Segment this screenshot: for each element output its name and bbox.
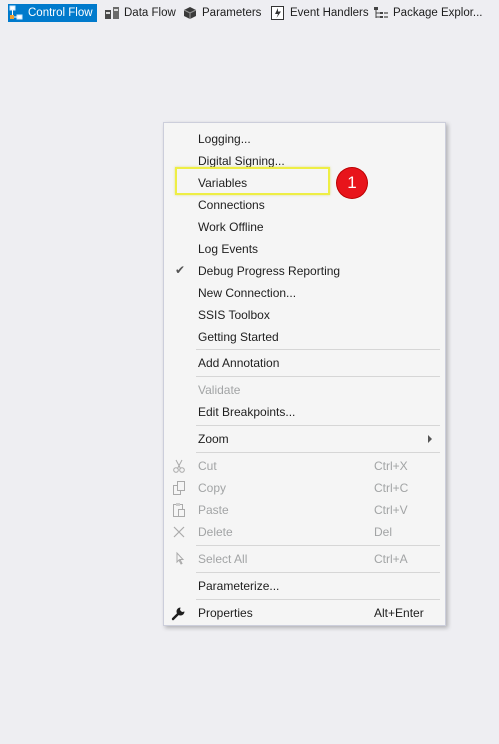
shortcut-text: Del (374, 525, 393, 539)
menu-item-label: Digital Signing... (198, 154, 285, 168)
menu-item-cut[interactable]: Cut Ctrl+X (164, 455, 445, 477)
menu-item-label: Paste (198, 503, 229, 517)
menu-separator (196, 376, 440, 377)
menu-item-properties[interactable]: Properties Alt+Enter (164, 602, 445, 624)
menu-item-new-connection[interactable]: New Connection... (164, 282, 445, 304)
menu-item-label: Add Annotation (198, 356, 280, 370)
menu-item-delete[interactable]: Delete Del (164, 521, 445, 543)
tab-package-explorer[interactable]: Package Explor... (373, 4, 483, 22)
menu-item-zoom[interactable]: Zoom (164, 428, 445, 450)
shortcut-text: Ctrl+V (374, 503, 408, 517)
menu-item-edit-breakpoints[interactable]: Edit Breakpoints... (164, 401, 445, 423)
designer-tab-strip: Control Flow Data Flow Parameters Event … (0, 0, 499, 28)
event-handlers-icon (270, 5, 286, 21)
menu-item-debug-progress-reporting[interactable]: ✔ Debug Progress Reporting (164, 260, 445, 282)
menu-item-getting-started[interactable]: Getting Started (164, 326, 445, 348)
shortcut-text: Ctrl+C (374, 481, 409, 495)
menu-separator (196, 425, 440, 426)
menu-item-validate[interactable]: Validate (164, 379, 445, 401)
shortcut-text: Alt+Enter (374, 606, 424, 620)
tab-data-flow[interactable]: Data Flow (104, 4, 176, 22)
package-explorer-icon (373, 5, 389, 21)
menu-item-logging[interactable]: Logging... (164, 128, 445, 150)
menu-item-label: Connections (198, 198, 265, 212)
menu-item-label: Edit Breakpoints... (198, 405, 296, 419)
tab-label: Parameters (202, 7, 262, 19)
menu-item-label: Validate (198, 383, 241, 397)
menu-item-label: Select All (198, 552, 248, 566)
paste-icon (171, 502, 187, 518)
tab-control-flow[interactable]: Control Flow (8, 4, 97, 22)
menu-item-add-annotation[interactable]: Add Annotation (164, 352, 445, 374)
checkmark-icon: ✔ (175, 263, 186, 277)
menu-item-label: Copy (198, 481, 227, 495)
menu-separator (196, 545, 440, 546)
submenu-arrow-icon (428, 435, 432, 443)
tab-label: Control Flow (28, 7, 93, 19)
menu-item-parameterize[interactable]: Parameterize... (164, 575, 445, 597)
menu-item-ssis-toolbox[interactable]: SSIS Toolbox (164, 304, 445, 326)
menu-separator (196, 599, 440, 600)
copy-icon (171, 480, 187, 496)
menu-item-label: Logging... (198, 132, 251, 146)
scissors-icon (171, 458, 187, 474)
tab-parameters[interactable]: Parameters (182, 4, 261, 22)
menu-item-label: Getting Started (198, 330, 279, 344)
tab-label: Data Flow (124, 7, 176, 19)
parameters-icon (182, 5, 198, 21)
delete-icon (171, 524, 187, 540)
menu-item-label: New Connection... (198, 286, 297, 300)
data-flow-icon (104, 5, 120, 21)
menu-item-copy[interactable]: Copy Ctrl+C (164, 477, 445, 499)
menu-item-label: SSIS Toolbox (198, 308, 270, 322)
menu-separator (196, 452, 440, 453)
menu-item-label: Properties (198, 606, 253, 620)
wrench-icon (171, 605, 187, 621)
menu-item-label: Debug Progress Reporting (198, 264, 341, 278)
step-number-badge: 1 (337, 168, 367, 198)
control-flow-icon (8, 5, 24, 21)
menu-item-work-offline[interactable]: Work Offline (164, 216, 445, 238)
tab-label: Event Handlers (290, 7, 369, 19)
tab-event-handlers[interactable]: Event Handlers (270, 4, 369, 22)
context-menu: Logging... Digital Signing... Variables … (163, 122, 446, 626)
menu-separator (196, 572, 440, 573)
shortcut-text: Ctrl+X (374, 459, 408, 473)
menu-separator (196, 349, 440, 350)
menu-item-paste[interactable]: Paste Ctrl+V (164, 499, 445, 521)
select-all-icon (171, 551, 187, 567)
menu-item-label: Zoom (198, 432, 229, 446)
menu-item-connections[interactable]: Connections (164, 194, 445, 216)
tab-label: Package Explor... (393, 7, 483, 19)
shortcut-text: Ctrl+A (374, 552, 408, 566)
variables-highlight-box (175, 167, 330, 195)
menu-item-label: Cut (198, 459, 217, 473)
menu-item-label: Log Events (198, 242, 259, 256)
menu-item-label: Parameterize... (198, 579, 280, 593)
menu-item-log-events[interactable]: Log Events (164, 238, 445, 260)
menu-item-label: Work Offline (198, 220, 264, 234)
menu-item-select-all[interactable]: Select All Ctrl+A (164, 548, 445, 570)
menu-item-label: Delete (198, 525, 233, 539)
